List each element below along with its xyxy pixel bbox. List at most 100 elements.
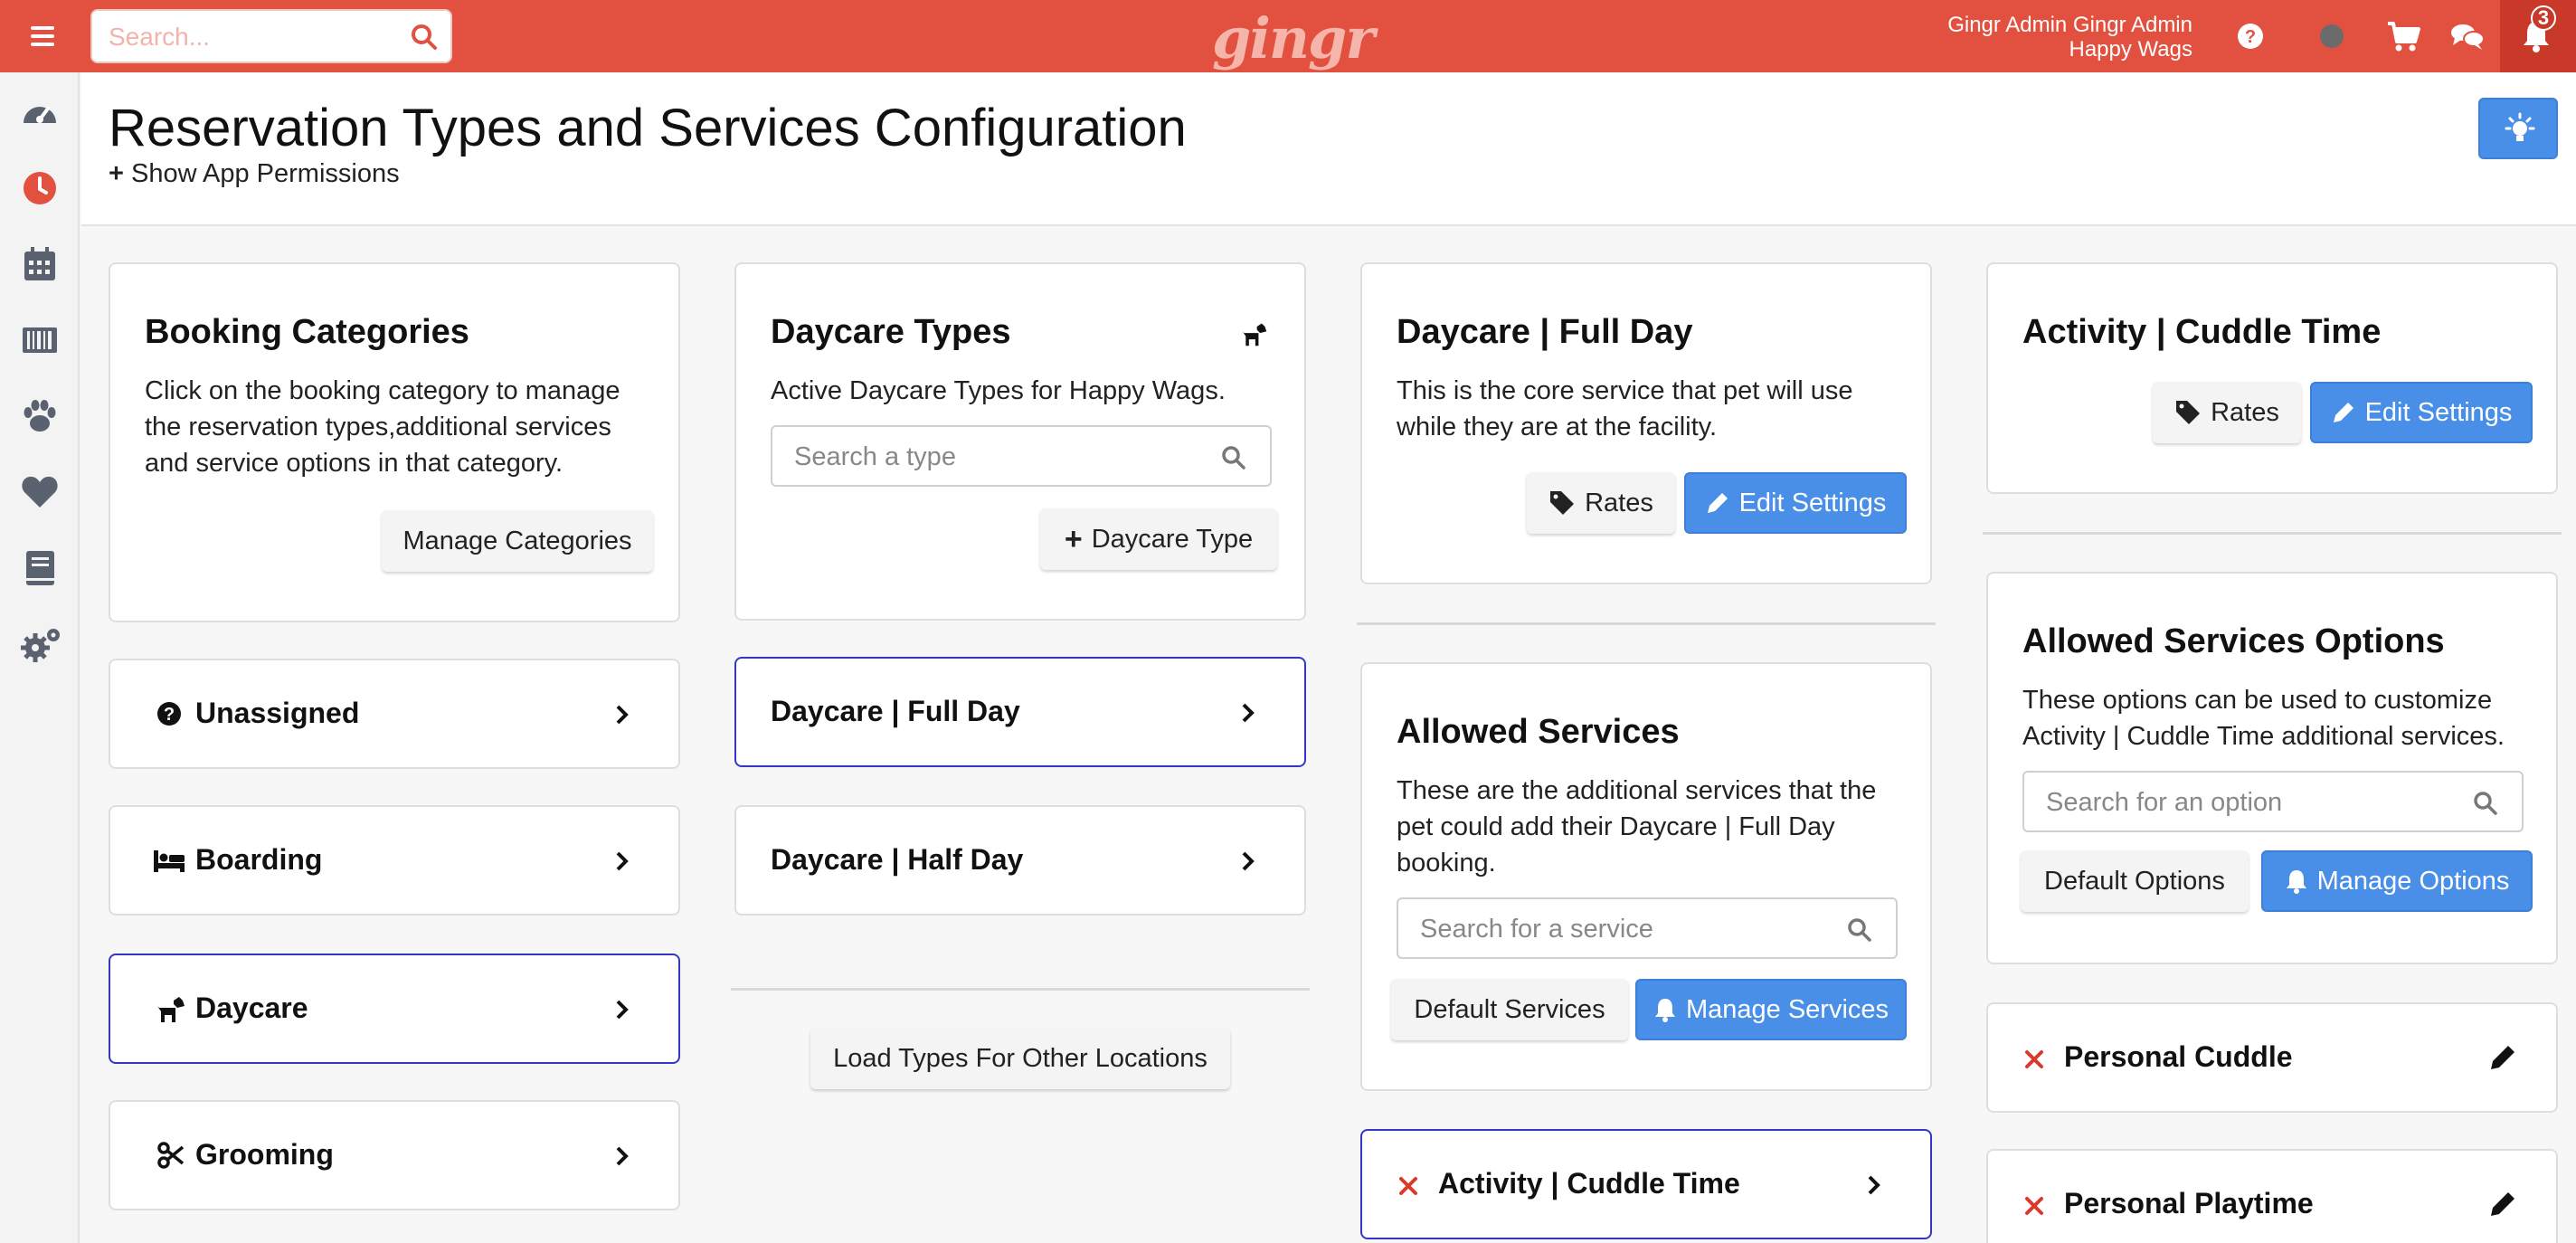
gears-icon[interactable]	[20, 624, 60, 664]
user-name: Gingr Admin Gingr Admin	[1947, 13, 2192, 37]
pencil-icon	[1707, 493, 1728, 513]
dog-icon	[157, 997, 185, 1022]
user-location: Happy Wags	[2069, 37, 2193, 62]
default-options-button[interactable]: Default Options	[2021, 850, 2249, 912]
allowed-options-title: Allowed Services Options	[2022, 622, 2445, 660]
pencil-icon[interactable]	[2487, 1042, 2518, 1073]
service-item-cuddle-time[interactable]: Activity | Cuddle Time	[1360, 1129, 1932, 1239]
manage-services-label: Manage Services	[1685, 994, 1889, 1024]
type-search-input[interactable]	[794, 440, 1192, 474]
daycare-type-item-half-day[interactable]: Daycare | Half Day	[734, 805, 1306, 916]
search-icon	[1222, 446, 1245, 470]
category-item-grooming[interactable]: Grooming	[109, 1100, 680, 1210]
daycare-type-item-full-day[interactable]: Daycare | Full Day	[734, 657, 1306, 767]
add-daycare-type-button[interactable]: + Daycare Type	[1040, 508, 1277, 570]
barcode-icon[interactable]	[20, 320, 60, 360]
sidebar	[0, 72, 80, 1243]
manage-options-button[interactable]: Manage Options	[2261, 850, 2533, 912]
allowed-services-title: Allowed Services	[1397, 713, 1680, 751]
notifications-button[interactable]: 3	[2500, 0, 2576, 72]
page-header: Reservation Types and Services Configura…	[81, 72, 2576, 226]
bell-icon	[2286, 870, 2306, 894]
service-search-input[interactable]	[1420, 912, 1818, 946]
selected-type-title: Daycare | Full Day	[1397, 313, 1693, 351]
section-divider	[1983, 532, 2562, 535]
chevron-right-icon	[1868, 1175, 1880, 1195]
user-menu[interactable]: Gingr Admin Gingr Admin Happy Wags	[1947, 13, 2192, 62]
remove-x-icon[interactable]	[1398, 1176, 1418, 1196]
show-app-permissions-label: Show App Permissions	[131, 159, 400, 188]
manage-categories-button[interactable]: Manage Categories	[382, 510, 653, 572]
clock-icon[interactable]	[20, 168, 60, 208]
app-logo[interactable]: gingr	[1212, 5, 1375, 71]
section-divider	[1357, 622, 1936, 625]
category-label: Unassigned	[195, 697, 360, 729]
global-search[interactable]	[90, 9, 452, 63]
help-icon[interactable]: ?	[2234, 20, 2267, 52]
search-icon	[2474, 792, 2497, 815]
category-item-daycare[interactable]: Daycare	[109, 954, 680, 1064]
service-label: Activity | Cuddle Time	[1438, 1167, 1740, 1200]
allowed-services-description: These are the additional services that t…	[1397, 776, 1877, 878]
manage-options-label: Manage Options	[2316, 866, 2510, 896]
top-navbar: gingr Gingr Admin Gingr Admin Happy Wags…	[0, 0, 2576, 72]
category-item-boarding[interactable]: Boarding	[109, 805, 680, 916]
lightbulb-icon	[2505, 112, 2535, 141]
option-search-input[interactable]	[2046, 785, 2444, 820]
status-dot-icon[interactable]	[2316, 20, 2348, 52]
category-item-unassigned[interactable]: ? Unassigned	[109, 659, 680, 769]
daycare-types-description: Active Daycare Types for Happy Wags.	[771, 376, 1226, 405]
page-title: Reservation Types and Services Configura…	[109, 99, 1187, 157]
selected-service-card: Activity | Cuddle Time Rates Edit Settin…	[1986, 262, 2558, 494]
dashboard-icon[interactable]	[20, 94, 60, 134]
section-divider	[731, 988, 1310, 991]
category-label: Grooming	[195, 1138, 334, 1171]
remove-x-icon[interactable]	[2024, 1196, 2044, 1216]
allowed-services-card: Allowed Services These are the additiona…	[1360, 662, 1932, 1091]
service-rates-button[interactable]: Rates	[2153, 382, 2301, 443]
global-search-input[interactable]	[109, 22, 380, 52]
daycare-types-title: Daycare Types	[771, 313, 1011, 351]
rates-label: Rates	[1585, 488, 1653, 517]
option-item-personal-playtime[interactable]: Personal Playtime	[1986, 1149, 2558, 1243]
scissors-icon	[157, 1142, 185, 1169]
search-icon[interactable]	[411, 24, 438, 55]
heart-icon[interactable]	[20, 472, 60, 512]
pencil-icon[interactable]	[2487, 1189, 2518, 1219]
load-other-locations-button[interactable]: Load Types For Other Locations	[810, 1028, 1230, 1089]
type-edit-settings-button[interactable]: Edit Settings	[1684, 472, 1907, 534]
calendar-icon[interactable]	[20, 244, 60, 284]
chevron-right-icon	[616, 705, 629, 725]
chevron-right-icon	[616, 1146, 629, 1166]
service-edit-settings-button[interactable]: Edit Settings	[2310, 382, 2533, 443]
paw-icon[interactable]	[20, 396, 60, 436]
default-services-button[interactable]: Default Services	[1391, 979, 1628, 1040]
type-search-field[interactable]	[771, 425, 1272, 487]
show-app-permissions-toggle[interactable]: + Show App Permissions	[109, 159, 400, 189]
bed-icon	[154, 850, 185, 872]
allowed-options-description: These options can be used to customize A…	[2022, 686, 2505, 751]
tag-icon	[2176, 401, 2201, 424]
option-item-personal-cuddle[interactable]: Personal Cuddle	[1986, 1002, 2558, 1113]
cart-icon[interactable]	[2386, 20, 2420, 52]
search-icon	[1848, 918, 1871, 942]
remove-x-icon[interactable]	[2024, 1049, 2044, 1069]
option-search-field[interactable]	[2022, 771, 2524, 832]
bell-icon	[1654, 999, 1675, 1022]
plus-icon: +	[109, 159, 124, 188]
type-rates-button[interactable]: Rates	[1527, 472, 1675, 534]
service-search-field[interactable]	[1397, 897, 1898, 959]
notification-count-badge: 3	[2531, 5, 2556, 31]
manage-services-button[interactable]: Manage Services	[1635, 979, 1907, 1040]
book-icon[interactable]	[20, 548, 60, 588]
booking-categories-description: Click on the booking category to manage …	[145, 376, 620, 478]
svg-text:?: ?	[2245, 27, 2256, 47]
chat-icon[interactable]	[2449, 20, 2485, 52]
booking-categories-card: Booking Categories Click on the booking …	[109, 262, 680, 622]
tips-button[interactable]	[2478, 98, 2558, 159]
tag-icon	[1550, 491, 1575, 515]
booking-categories-title: Booking Categories	[145, 313, 469, 351]
hamburger-menu-icon[interactable]	[24, 22, 62, 51]
chevron-right-icon	[1242, 703, 1255, 723]
category-label: Daycare	[195, 992, 308, 1024]
